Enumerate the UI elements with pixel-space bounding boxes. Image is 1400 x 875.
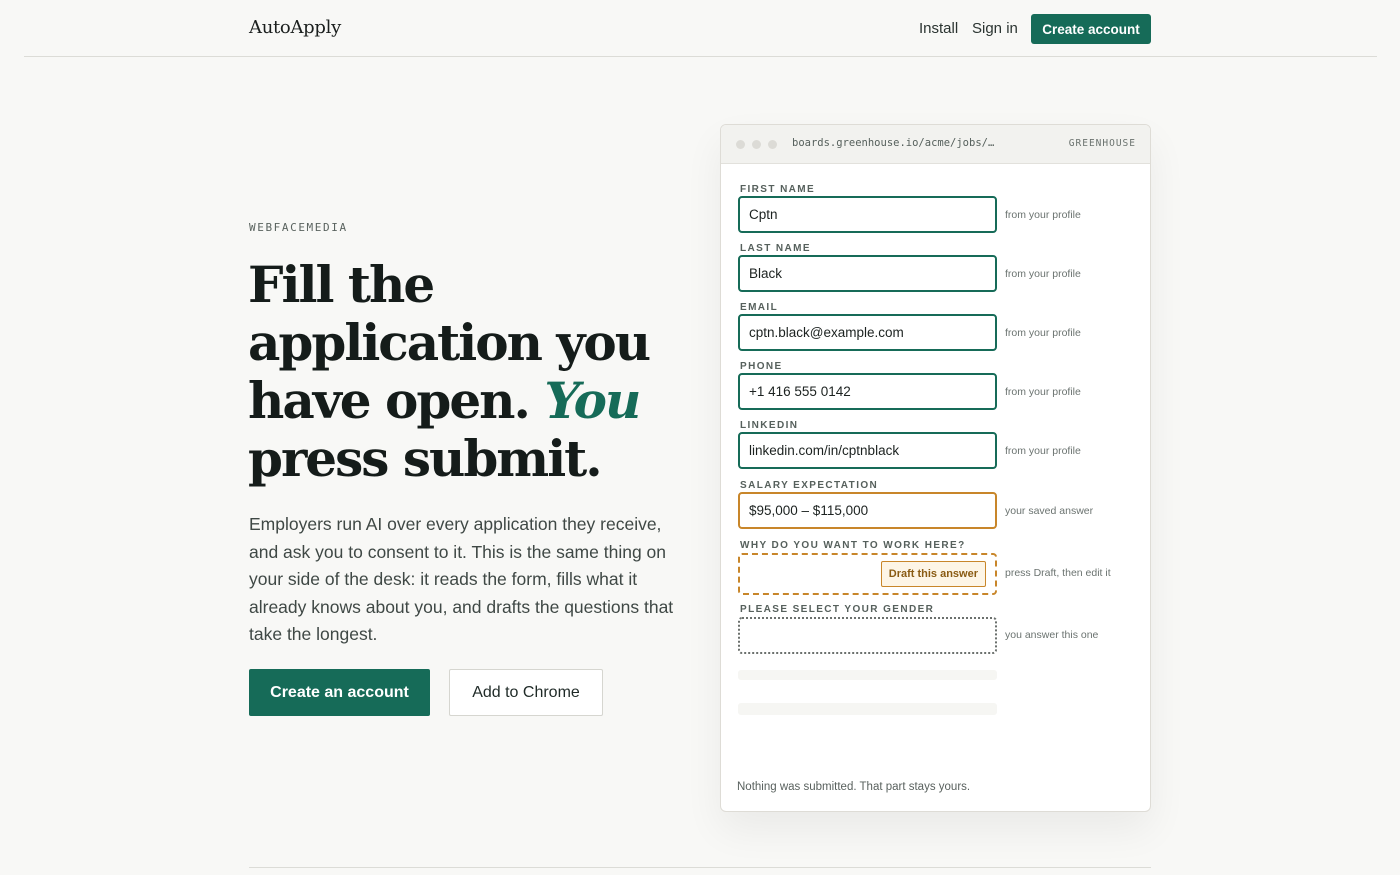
nav-install-link[interactable]: Install <box>919 20 958 37</box>
salary-expectation-input[interactable] <box>738 492 997 529</box>
field-label-first-name: FIRST NAME <box>740 184 816 195</box>
field-label-phone: PHONE <box>740 361 783 372</box>
field-label-last-name: LAST NAME <box>740 243 811 254</box>
faded-placeholder-row <box>738 670 997 680</box>
field-hint: from your profile <box>1005 445 1081 457</box>
field-hint: your saved answer <box>1005 505 1094 517</box>
headline-text-end: press submit. <box>248 429 603 488</box>
draft-answer-button[interactable]: Draft this answer <box>880 561 986 587</box>
top-navigation-bar: AutoApply Install Sign in Create account <box>24 0 1377 57</box>
browser-url: boards.greenhouse.io/acme/jobs/… <box>792 137 995 149</box>
field-hint: from your profile <box>1005 386 1081 398</box>
hero-headline: Fill the application you have open. You … <box>248 256 678 488</box>
create-account-button[interactable]: Create account <box>1031 14 1151 44</box>
create-an-account-button[interactable]: Create an account <box>249 669 430 716</box>
field-hint: from your profile <box>1005 327 1081 339</box>
hero-description: Employers run AI over every application … <box>249 514 674 644</box>
field-hint: you answer this one <box>1005 629 1099 641</box>
field-hint: press Draft, then edit it <box>1005 567 1111 579</box>
logo[interactable]: AutoApply <box>249 17 341 38</box>
add-to-chrome-button[interactable]: Add to Chrome <box>449 669 603 716</box>
first-name-input[interactable] <box>738 196 997 233</box>
headline-accent: You <box>544 371 641 430</box>
window-dot-icon <box>752 140 761 149</box>
field-label-salary: SALARY EXPECTATION <box>740 480 879 491</box>
field-label-email: EMAIL <box>740 302 779 313</box>
field-hint: from your profile <box>1005 209 1081 221</box>
window-dot-icon <box>736 140 745 149</box>
why-work-here-answer-box[interactable]: Draft this answer <box>738 553 997 595</box>
section-divider <box>249 867 1151 868</box>
field-label-why-work-here: WHY DO YOU WANT TO WORK HERE? <box>740 540 966 551</box>
field-hint: from your profile <box>1005 268 1081 280</box>
eyebrow-label: WEBFACEMEDIA <box>249 221 348 234</box>
gender-select[interactable] <box>738 617 997 654</box>
browser-mockup: boards.greenhouse.io/acme/jobs/… GREENHO… <box>720 124 1151 812</box>
email-input[interactable] <box>738 314 997 351</box>
field-label-linkedin: LINKEDIN <box>740 420 799 431</box>
window-dot-icon <box>768 140 777 149</box>
linkedin-input[interactable] <box>738 432 997 469</box>
site-name: GREENHOUSE <box>1068 138 1136 149</box>
nav-sign-in-link[interactable]: Sign in <box>972 20 1018 37</box>
browser-titlebar: boards.greenhouse.io/acme/jobs/… GREENHO… <box>721 125 1150 164</box>
last-name-input[interactable] <box>738 255 997 292</box>
submission-note: Nothing was submitted. That part stays y… <box>737 781 971 793</box>
field-label-gender: PLEASE SELECT YOUR GENDER <box>740 604 935 615</box>
faded-placeholder-row <box>738 703 997 715</box>
phone-input[interactable] <box>738 373 997 410</box>
